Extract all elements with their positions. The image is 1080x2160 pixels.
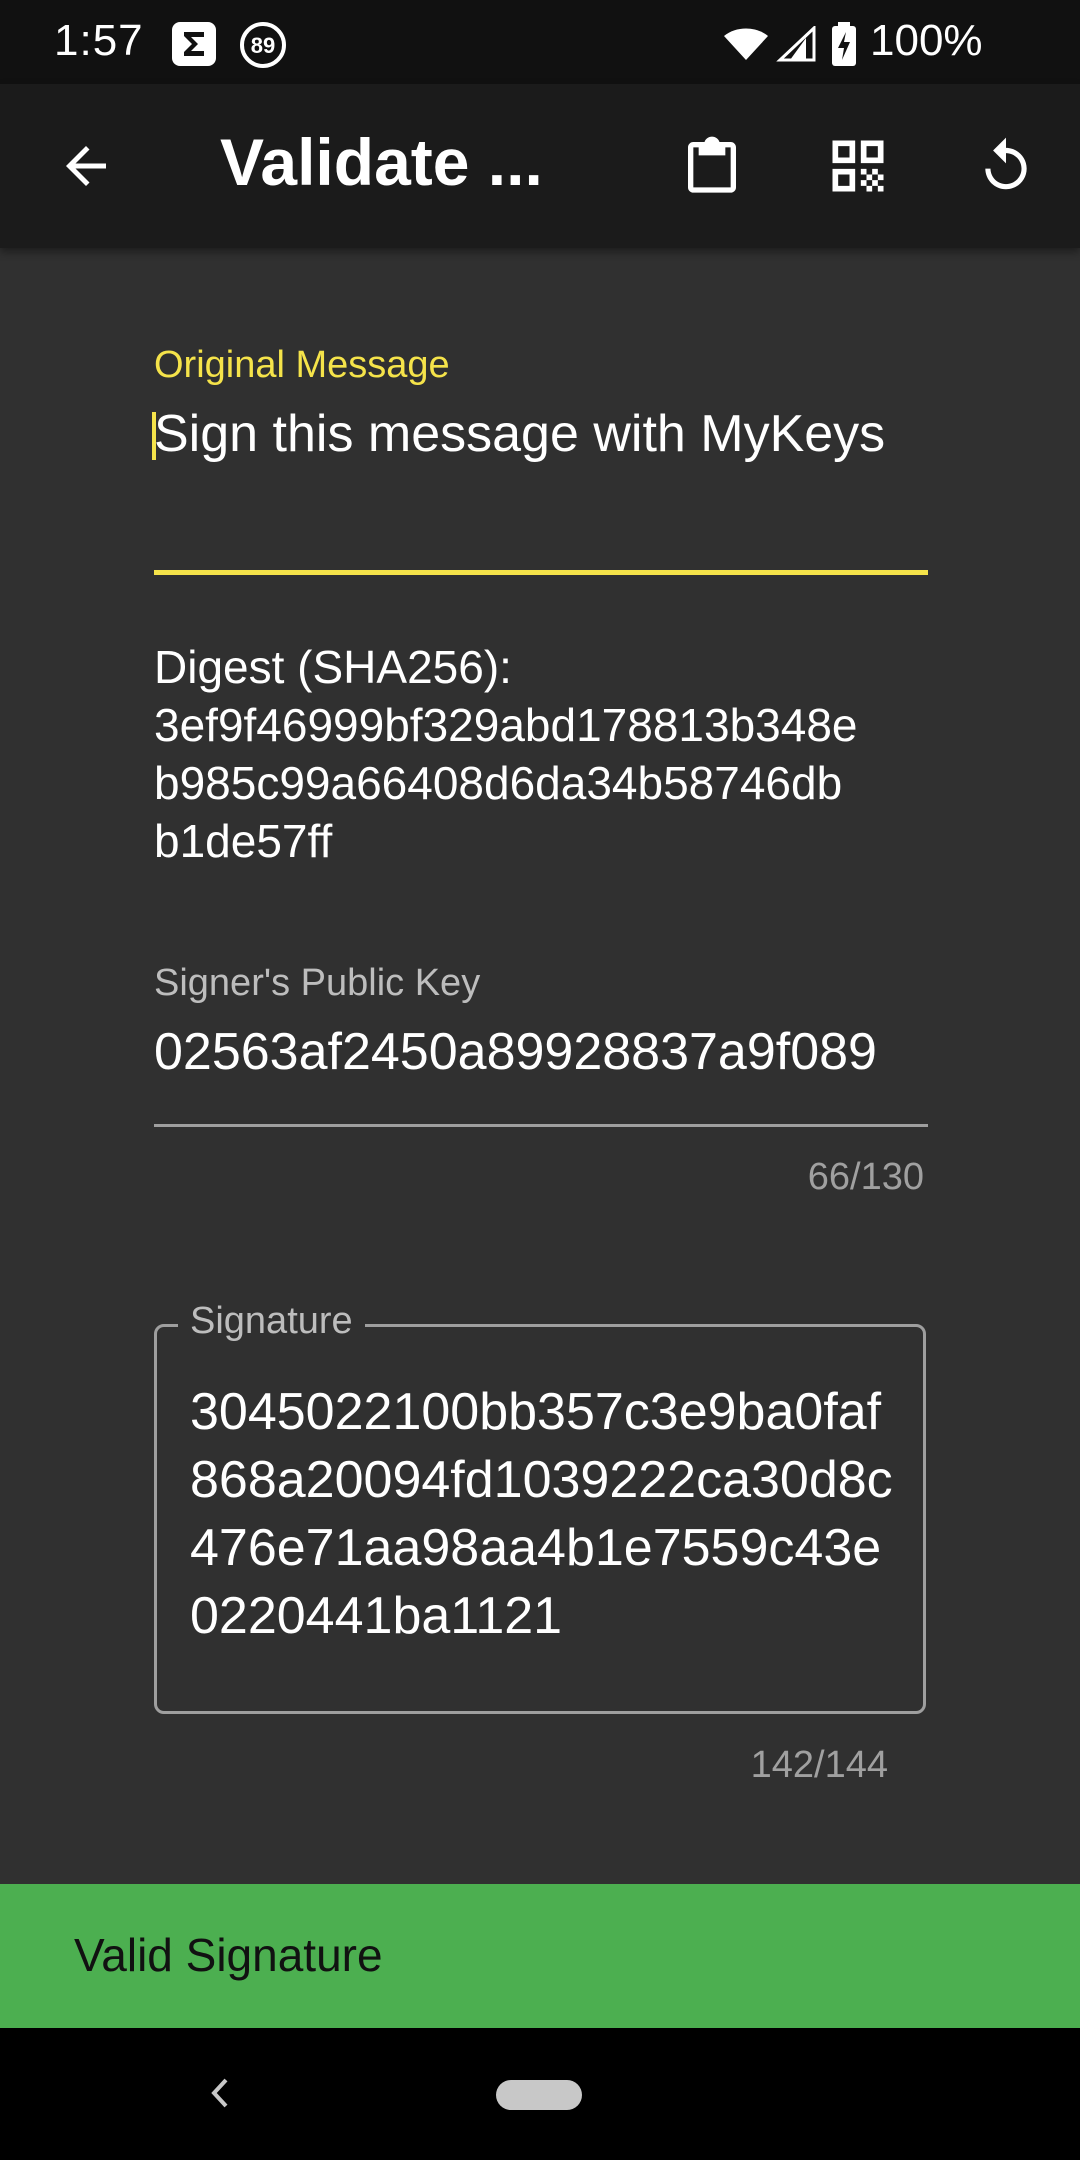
nav-home-pill[interactable] [496,2080,582,2110]
cell-signal-icon [776,26,816,62]
digest-label: Digest (SHA256): [154,641,512,693]
message-input[interactable]: Sign this message with MyKeys [154,400,924,468]
notification-badge-count: 89 [250,33,276,58]
pubkey-label: Signer's Public Key [154,962,481,1004]
signature-input[interactable]: 3045022100bb357c3e9ba0faf868a20094fd1039… [190,1378,910,1650]
scan-qr-button[interactable] [808,116,908,216]
digest-value-line: 3ef9f46999bf329abd178813b348e [154,699,858,751]
pubkey-char-counter: 66/130 [807,1156,924,1198]
qr-code-icon [832,140,884,192]
app-bar: Validate ... [0,84,1080,248]
battery-percent: 100% [870,16,983,65]
pubkey-input[interactable]: 02563af2450a89928837a9f089 [154,1022,928,1082]
digest-value-line: b985c99a66408d6da34b58746db [154,757,843,809]
battery-charging-icon [832,22,856,66]
back-arrow-icon [66,146,106,186]
wifi-icon [724,28,768,60]
notification-badge-icon: 89 [240,22,286,68]
signature-char-counter: 142/144 [750,1744,888,1786]
pubkey-input-underline [154,1124,928,1127]
nav-back-icon[interactable] [200,2068,240,2118]
signature-label: Signature [178,1300,365,1343]
digest-value-line: b1de57ff [154,815,333,867]
validation-snackbar: Valid Signature [0,1884,1080,2028]
message-input-underline [154,570,928,575]
back-button[interactable] [36,116,136,216]
digest-text: Digest (SHA256): 3ef9f46999bf329abd17881… [154,638,944,870]
paste-button[interactable] [662,116,762,216]
system-nav-bar [0,2028,1080,2160]
snackbar-message: Valid Signature [74,1929,383,1981]
message-label: Original Message [154,344,450,386]
refresh-icon [985,137,1027,190]
sigma-icon [172,22,216,66]
status-time: 1:57 [54,16,144,65]
status-bar: 1:57 89 100% [0,0,1080,84]
reset-button[interactable] [956,116,1056,216]
page-title: Validate ... [220,125,543,199]
clipboard-icon [688,136,736,193]
